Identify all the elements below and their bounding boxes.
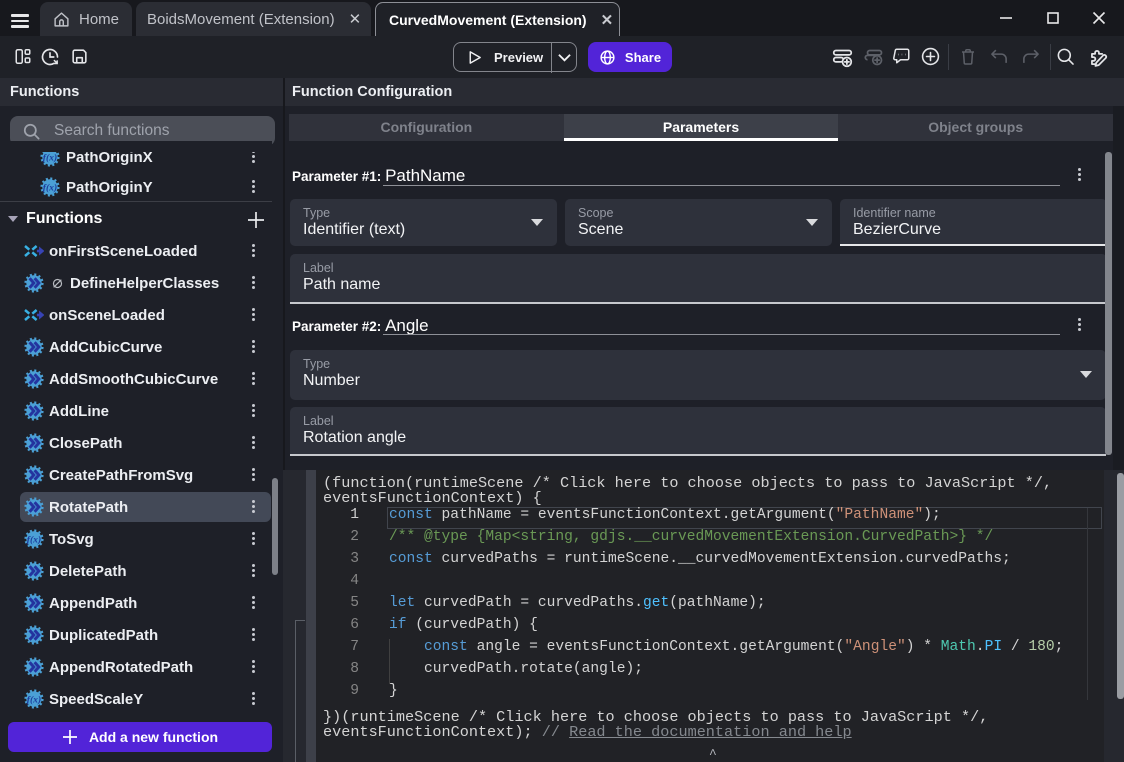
svg-text:f(x): f(x) xyxy=(43,152,57,163)
svg-text:f(x): f(x) xyxy=(27,534,41,545)
svg-text:f(x): f(x) xyxy=(27,694,41,705)
svg-text:f(x): f(x) xyxy=(43,182,57,193)
